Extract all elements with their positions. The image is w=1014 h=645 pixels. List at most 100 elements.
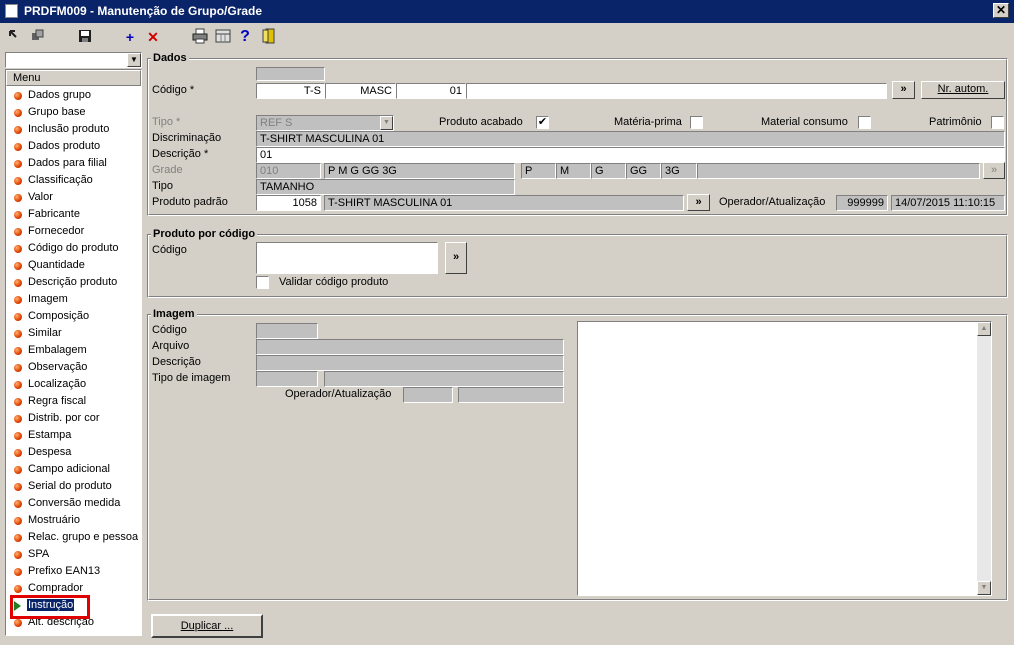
chevron-down-icon[interactable]: ▼	[380, 116, 393, 130]
menu-item[interactable]: Serial do produto	[6, 479, 141, 496]
menu-item[interactable]: Despesa	[6, 445, 141, 462]
menu-item[interactable]: Composição	[6, 309, 141, 326]
menu-item[interactable]: Campo adicional	[6, 462, 141, 479]
menu-item[interactable]: SPA	[6, 547, 141, 564]
codigo-part-2[interactable]: MASC	[325, 83, 396, 99]
menu-item-label: Regra fiscal	[28, 395, 87, 407]
imagem-arquivo-field	[256, 339, 564, 355]
bullet-icon	[14, 177, 22, 185]
imagem-descricao-label: Descrição	[152, 356, 201, 368]
print-icon[interactable]	[189, 27, 211, 49]
validar-checkbox[interactable]	[256, 276, 269, 289]
imagem-tipo-desc	[324, 371, 564, 387]
scroll-down-icon[interactable]: ▼	[977, 581, 991, 595]
image-scrollbar[interactable]: ▲ ▼	[977, 322, 991, 595]
tipo-select[interactable]: REF S ▼	[256, 115, 394, 131]
bullet-icon	[14, 143, 22, 151]
imagem-tipo-code	[256, 371, 318, 387]
menu-item[interactable]: Inclusão produto	[6, 122, 141, 139]
tipo-label: Tipo *	[152, 116, 181, 128]
menu-combo[interactable]: ▼	[5, 52, 142, 68]
menu-item-label: Relac. grupo e pessoa	[28, 531, 139, 543]
codigo-part-3[interactable]: 01	[396, 83, 466, 99]
menu-item[interactable]: Quantidade	[6, 258, 141, 275]
bullet-icon	[14, 92, 22, 100]
nr-autom-button[interactable]: Nr. autom.	[921, 81, 1005, 99]
produto-padrao-more-button[interactable]: »	[687, 194, 710, 211]
produto-codigo-label: Código	[152, 244, 187, 256]
patrimonio-checkbox[interactable]	[991, 116, 1004, 129]
menu-item[interactable]: Grupo base	[6, 105, 141, 122]
duplicar-label: Duplicar ...	[180, 620, 234, 632]
tipo2-field: TAMANHO	[256, 179, 515, 195]
menu-item-label: Observação	[28, 361, 88, 373]
menu-item[interactable]: Dados produto	[6, 139, 141, 156]
close-button[interactable]: ✕	[993, 3, 1009, 18]
menu-item-label: Fornecedor	[28, 225, 85, 237]
produto-padrao-code[interactable]: 1058	[256, 195, 321, 211]
menu-item[interactable]: Dados grupo	[6, 88, 141, 105]
menu-item-label: Dados produto	[28, 140, 101, 152]
material-consumo-checkbox[interactable]	[858, 116, 871, 129]
menu-item-label: Fabricante	[28, 208, 80, 220]
copy-icon[interactable]	[27, 27, 49, 49]
exit-door-icon[interactable]	[258, 27, 280, 49]
menu-item[interactable]: Regra fiscal	[6, 394, 141, 411]
menu-item[interactable]: Fabricante	[6, 207, 141, 224]
scroll-up-icon[interactable]: ▲	[977, 322, 991, 336]
operador-label: Operador/Atualização	[719, 196, 826, 208]
duplicar-button[interactable]: Duplicar ...	[151, 614, 263, 638]
menu-item[interactable]: Relac. grupo e pessoa	[6, 530, 141, 547]
patrimonio-label: Patrimônio	[929, 116, 982, 128]
imagem-operador-label: Operador/Atualização	[285, 388, 392, 400]
materia-prima-checkbox[interactable]	[690, 116, 703, 129]
menu-item[interactable]: Dados para filial	[6, 156, 141, 173]
produto-codigo-textarea[interactable]	[256, 242, 438, 274]
menu-item[interactable]: Fornecedor	[6, 224, 141, 241]
menu-item-label: Imagem	[28, 293, 68, 305]
grade-more-button[interactable]: »	[983, 162, 1005, 179]
bullet-icon	[14, 296, 22, 304]
menu-item[interactable]: Descrição produto	[6, 275, 141, 292]
codigo-part-4[interactable]	[466, 83, 887, 99]
menu-item[interactable]: Código do produto	[6, 241, 141, 258]
menu-item[interactable]: Embalagem	[6, 343, 141, 360]
codigo-part-1[interactable]: T-S	[256, 83, 325, 99]
add-icon[interactable]: +	[119, 27, 141, 49]
menu-item[interactable]: Estampa	[6, 428, 141, 445]
menu-item[interactable]: Classificação	[6, 173, 141, 190]
save-icon[interactable]	[74, 27, 96, 49]
help-icon[interactable]: ?	[234, 27, 256, 49]
validar-label[interactable]: Validar código produto	[279, 276, 388, 288]
produto-codigo-more-button[interactable]: »	[445, 242, 467, 274]
codigo-more-button[interactable]: »	[892, 81, 915, 99]
grade-size-cell: P	[521, 163, 556, 179]
descricao-label: Descrição *	[152, 148, 209, 160]
imagem-atualizacao-field	[458, 387, 564, 403]
bullet-icon	[14, 585, 22, 593]
bullet-icon	[14, 517, 22, 525]
produto-codigo-title: Produto por código	[151, 228, 258, 240]
menu-item-label: SPA	[28, 548, 50, 560]
menu-item[interactable]: Observação	[6, 360, 141, 377]
menu-item[interactable]: Valor	[6, 190, 141, 207]
menu-item[interactable]: Imagem	[6, 292, 141, 309]
menu-item[interactable]: Localização	[6, 377, 141, 394]
menu-item[interactable]: Mostruário	[6, 513, 141, 530]
calculator-icon[interactable]	[212, 27, 234, 49]
menu-item[interactable]: Prefixo EAN13	[6, 564, 141, 581]
menu-item[interactable]: Similar	[6, 326, 141, 343]
menu-item[interactable]: Conversão medida	[6, 496, 141, 513]
bullet-icon	[14, 619, 22, 627]
produto-acabado-checkbox[interactable]: ✔	[536, 116, 549, 129]
back-forward-icon[interactable]	[4, 27, 26, 49]
chevron-down-icon[interactable]: ▼	[127, 53, 141, 67]
menu-item-label: Similar	[28, 327, 62, 339]
menu-item-label: Quantidade	[28, 259, 85, 271]
menu-item-label: Código do produto	[28, 242, 119, 254]
bullet-icon	[14, 330, 22, 338]
delete-icon[interactable]: ✕	[142, 27, 164, 49]
menu-item[interactable]: Distrib. por cor	[6, 411, 141, 428]
descricao-field[interactable]: 01	[256, 147, 1005, 163]
discriminacao-label: Discriminação	[152, 132, 222, 144]
